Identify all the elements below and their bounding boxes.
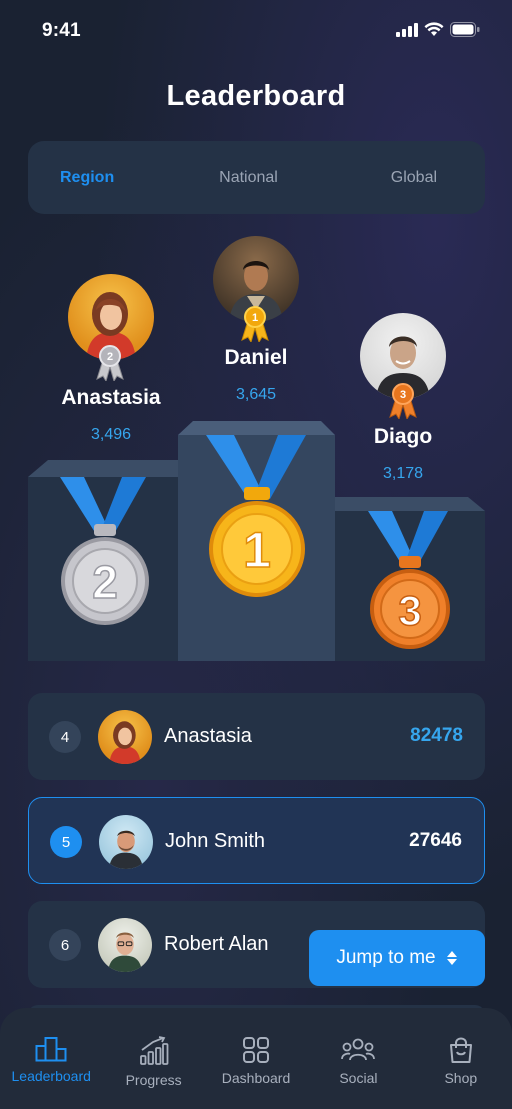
bottom-navigation: Leaderboard Progress Dashboard Social Sh… (0, 1008, 512, 1109)
rank-number: 6 (49, 929, 81, 961)
leaderboard-row-current-user[interactable]: 5 John Smith 27646 (28, 797, 485, 884)
nav-label: Dashboard (221, 1070, 291, 1086)
battery-icon (450, 22, 480, 37)
podium-name: Anastasia (61, 386, 161, 409)
tab-region[interactable]: Region (28, 169, 186, 187)
status-time: 9:41 (42, 20, 81, 41)
player-name: John Smith (165, 830, 266, 852)
gold-ribbon-badge-icon: 1 (241, 306, 269, 342)
status-icons (396, 22, 480, 37)
shopping-bag-icon (449, 1037, 472, 1063)
grid-icon (243, 1037, 270, 1063)
medal-number: 3 (398, 587, 421, 634)
player-name: Robert Alan (164, 933, 269, 955)
jump-to-me-button[interactable]: Jump to me (309, 930, 485, 986)
tab-national[interactable]: National (186, 169, 312, 187)
nav-dashboard[interactable]: Dashboard (205, 1008, 307, 1109)
podium-stand: 2 1 3 (28, 421, 485, 661)
badge-rank: 3 (400, 389, 406, 401)
rank-number: 5 (50, 826, 82, 858)
podium-score: 3,645 (235, 386, 277, 403)
badge-rank: 1 (252, 312, 258, 324)
tab-global[interactable]: Global (311, 169, 485, 187)
medal-number: 2 (92, 556, 118, 608)
avatar (98, 710, 152, 764)
nav-label: Social (339, 1070, 378, 1086)
nav-label: Shop (444, 1070, 478, 1086)
player-score: 82478 (410, 725, 463, 746)
scope-tabs: Region National Global (28, 141, 485, 214)
sort-arrows-icon (446, 951, 457, 965)
leaderboard-row[interactable]: 4 Anastasia 82478 (28, 693, 485, 780)
medal-number: 1 (243, 522, 271, 578)
player-name: Anastasia (164, 725, 252, 747)
podium-name: Daniel (224, 346, 288, 369)
nav-social[interactable]: Social (307, 1008, 409, 1109)
nav-progress[interactable]: Progress (102, 1008, 204, 1109)
player-score: 27646 (409, 830, 462, 851)
page-title: Leaderboard (166, 80, 346, 112)
status-bar: 9:41 (0, 0, 512, 60)
avatar (98, 918, 152, 972)
nav-label: Progress (125, 1072, 182, 1088)
wifi-icon (424, 22, 444, 36)
nav-label: Leaderboard (11, 1068, 91, 1084)
signal-icon (396, 22, 418, 37)
silver-ribbon-badge-icon: 2 (96, 345, 124, 381)
jump-to-me-label: Jump to me (336, 947, 436, 968)
avatar (99, 815, 153, 869)
bar-chart-icon (139, 1036, 169, 1065)
rank-number: 4 (49, 721, 81, 753)
podium-icon (35, 1037, 67, 1062)
group-icon (341, 1038, 376, 1061)
nav-leaderboard[interactable]: Leaderboard (0, 1008, 102, 1109)
bronze-ribbon-badge-icon: 3 (389, 383, 417, 419)
nav-shop[interactable]: Shop (410, 1008, 512, 1109)
badge-rank: 2 (107, 351, 113, 363)
